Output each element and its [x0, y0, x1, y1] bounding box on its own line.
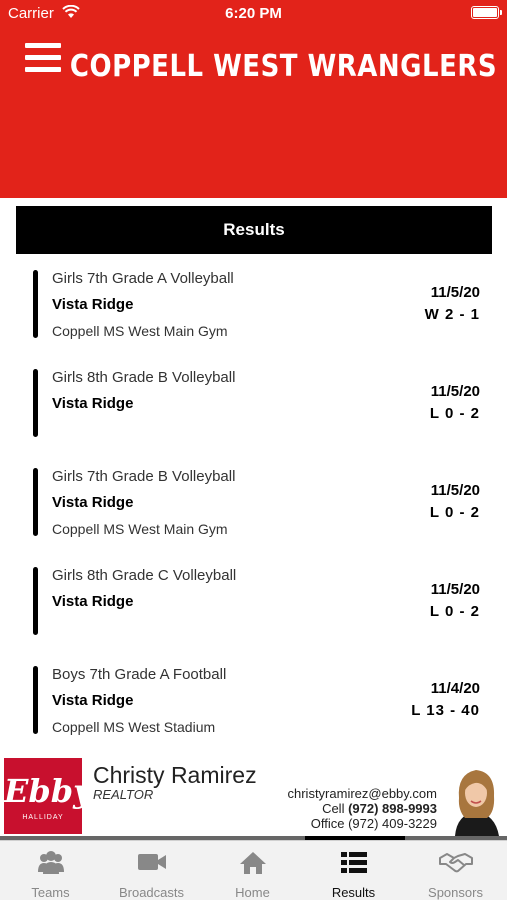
- result-item[interactable]: Girls 8th Grade C Volleyball Vista Ridge…: [0, 553, 507, 652]
- result-event: Girls 7th Grade B Volleyball: [52, 468, 236, 485]
- result-opponent: Vista Ridge: [52, 395, 134, 412]
- result-accent-bar: [33, 666, 38, 734]
- battery-icon: [471, 6, 502, 19]
- tab-sponsors[interactable]: Sponsors: [404, 841, 507, 900]
- result-accent-bar: [33, 468, 38, 536]
- app-title: COPPELL WEST WRANGLERS: [69, 49, 498, 85]
- result-accent-bar: [33, 567, 38, 635]
- status-bar: Carrier 6:20 PM: [0, 0, 507, 28]
- result-date: 11/4/20: [430, 680, 480, 697]
- tab-results[interactable]: Results: [303, 841, 404, 900]
- result-date: 11/5/20: [430, 482, 480, 499]
- result-date: 11/5/20: [430, 284, 480, 301]
- agent-office: Office (972) 409-3229: [310, 816, 437, 831]
- result-event: Girls 7th Grade A Volleyball: [52, 270, 234, 287]
- result-accent-bar: [33, 270, 38, 338]
- agent-photo: [447, 762, 505, 836]
- agent-role: REALTOR: [93, 787, 154, 802]
- result-event: Girls 8th Grade C Volleyball: [52, 567, 237, 584]
- result-score: L 13 - 40: [411, 702, 480, 719]
- home-icon: [239, 852, 266, 874]
- handshake-icon: [438, 853, 473, 873]
- result-item[interactable]: Girls 8th Grade B Volleyball Vista Ridge…: [0, 355, 507, 454]
- agent-contact: christyramirez@ebby.com Cell (972) 898-9…: [288, 786, 438, 831]
- agent-email: christyramirez@ebby.com: [287, 786, 438, 801]
- video-camera-icon: [137, 854, 166, 870]
- tab-label: Teams: [31, 885, 70, 900]
- tab-label: Sponsors: [428, 885, 483, 900]
- list-icon: [340, 852, 367, 873]
- result-venue: Coppell MS West Main Gym: [52, 323, 228, 339]
- tab-label: Results: [331, 885, 376, 900]
- result-venue: Coppell MS West Stadium: [52, 719, 216, 735]
- agent-cell: Cell (972) 898-9993: [322, 801, 437, 816]
- result-event: Boys 7th Grade A Football: [52, 666, 227, 683]
- people-icon: [37, 851, 64, 874]
- result-score: L 0 - 2: [429, 504, 480, 521]
- result-item[interactable]: Girls 7th Grade A Volleyball Vista Ridge…: [0, 256, 507, 355]
- result-score: L 0 - 2: [429, 405, 480, 422]
- result-event: Girls 8th Grade B Volleyball: [52, 369, 236, 386]
- result-score: L 0 - 2: [429, 603, 480, 620]
- app-header: Carrier 6:20 PM COPPELL WEST WRANGLERS: [0, 0, 507, 198]
- result-opponent: Vista Ridge: [52, 593, 134, 610]
- result-accent-bar: [33, 369, 38, 437]
- result-score: W 2 - 1: [424, 306, 480, 323]
- tab-label: Home: [235, 885, 270, 900]
- result-opponent: Vista Ridge: [52, 692, 134, 709]
- result-opponent: Vista Ridge: [52, 296, 134, 313]
- result-item[interactable]: Boys 7th Grade A Football Vista Ridge Co…: [0, 652, 507, 751]
- tab-label: Broadcasts: [118, 885, 185, 900]
- result-opponent: Vista Ridge: [52, 494, 134, 511]
- result-venue: Coppell MS West Main Gym: [52, 521, 228, 537]
- tab-teams[interactable]: Teams: [0, 841, 101, 900]
- sponsor-banner[interactable]: Ebby HALLIDAY Christy Ramirez REALTOR ch…: [0, 752, 507, 838]
- result-date: 11/5/20: [430, 581, 480, 598]
- result-item[interactable]: Girls 7th Grade B Volleyball Vista Ridge…: [0, 454, 507, 553]
- ebby-halliday-logo: Ebby HALLIDAY: [4, 758, 92, 834]
- result-date: 11/5/20: [430, 383, 480, 400]
- agent-name: Christy Ramirez: [93, 762, 257, 788]
- tab-home[interactable]: Home: [202, 841, 303, 900]
- status-time: 6:20 PM: [225, 5, 282, 22]
- results-list: Girls 7th Grade A Volleyball Vista Ridge…: [0, 256, 507, 751]
- results-section-header: Results: [16, 206, 492, 254]
- hamburger-menu-icon[interactable]: [25, 43, 61, 73]
- tab-bar: Teams Broadcasts Home Results Sponsors: [0, 840, 507, 900]
- tab-broadcasts[interactable]: Broadcasts: [101, 841, 202, 900]
